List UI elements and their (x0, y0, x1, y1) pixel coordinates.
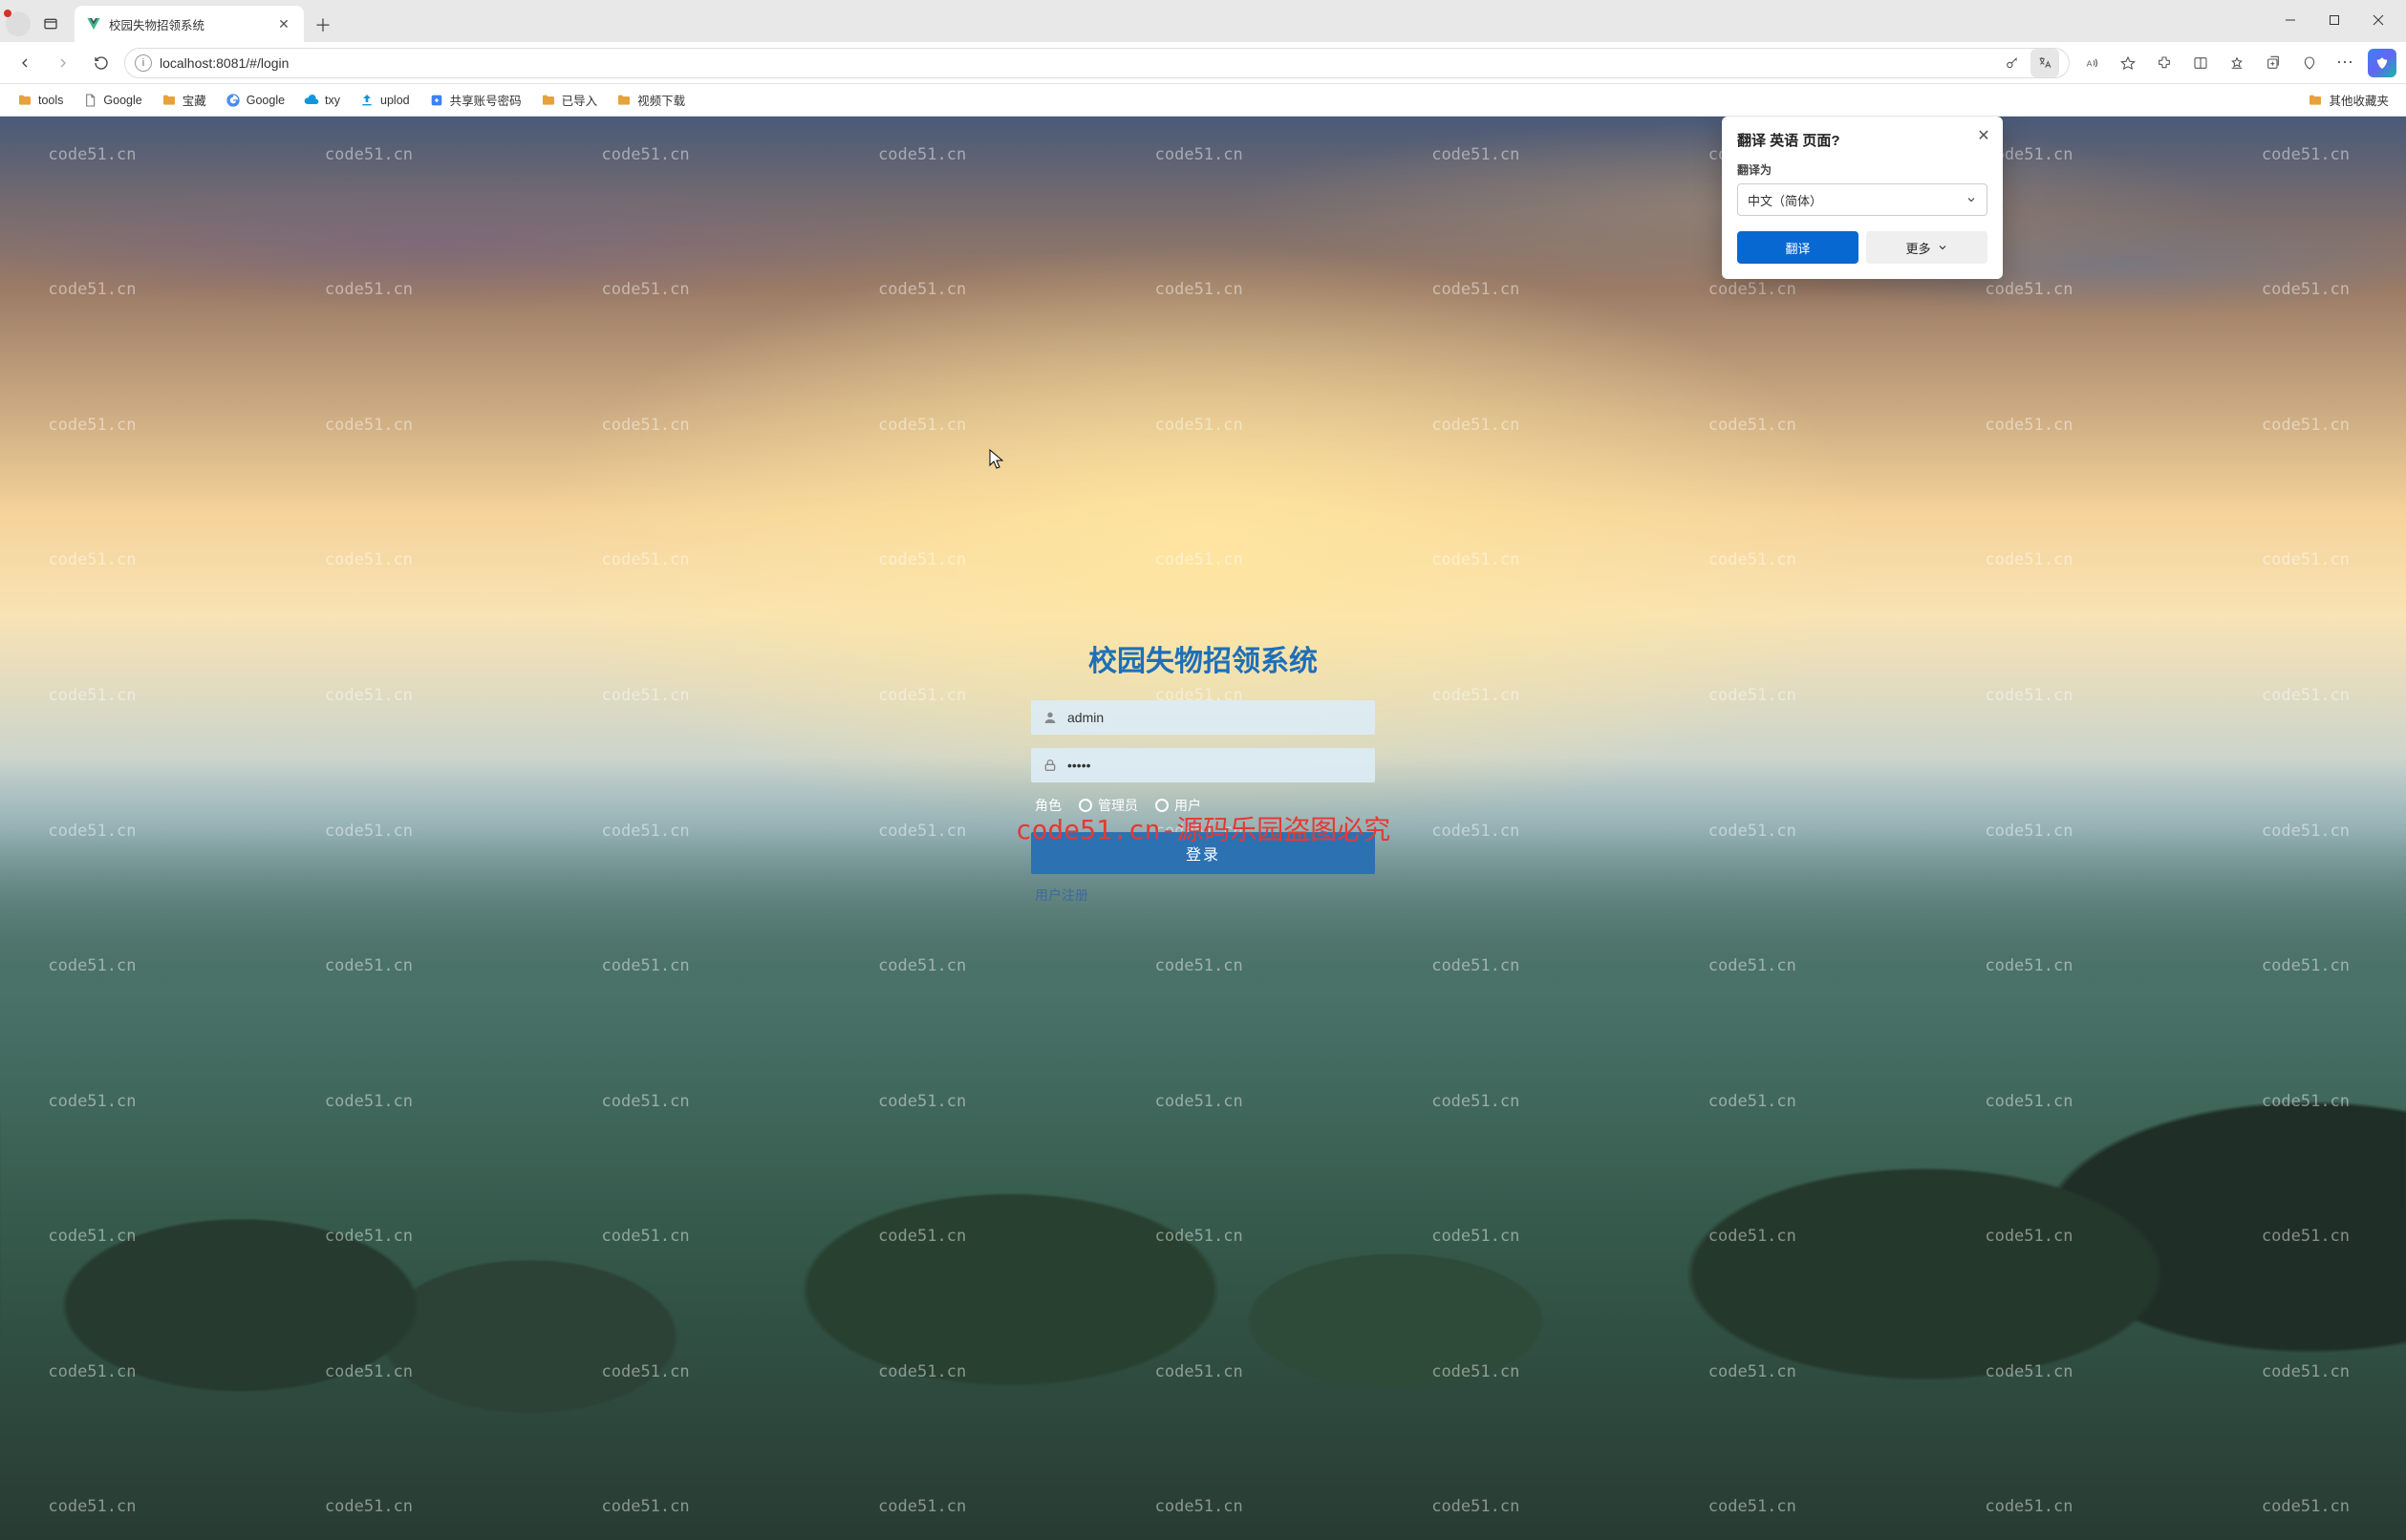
login-title: 校园失物招领系统 (1031, 637, 1375, 679)
bookmark-item[interactable]: Google (75, 89, 149, 112)
chevron-down-icon (1937, 242, 1948, 253)
more-menu-button[interactable]: ⋯ (2331, 49, 2360, 77)
popover-title: 翻译 英语 页面? (1737, 130, 1987, 150)
bookmark-label: uplod (380, 94, 410, 107)
site-info-icon[interactable]: i (135, 54, 152, 72)
browser-tab[interactable]: 校园失物招领系统 ✕ (75, 6, 304, 42)
browser-toolbar: i A (0, 42, 2406, 84)
bookmark-item[interactable]: txy (296, 89, 348, 112)
translate-button[interactable]: 翻译 (1737, 231, 1858, 264)
language-select[interactable]: 中文（简体） (1737, 183, 1987, 216)
folder-icon (616, 93, 632, 108)
page-icon (82, 93, 97, 108)
window-close-button[interactable] (2356, 4, 2400, 36)
password-key-icon[interactable] (1998, 49, 2027, 77)
page-viewport: code51.cncode51.cncode51.cncode51.cncode… (0, 117, 2406, 1540)
folder-icon (541, 93, 556, 108)
url-input[interactable] (160, 55, 1990, 71)
bookmark-label: 已导入 (562, 91, 598, 109)
bookmark-label: 其他收藏夹 (2329, 91, 2389, 109)
bookmark-label: Google (247, 94, 285, 107)
browser-essentials-icon[interactable] (2295, 49, 2324, 77)
bookmark-label: txy (325, 94, 340, 107)
profile-avatar[interactable] (6, 11, 31, 36)
tab-title: 校园失物招领系统 (109, 15, 268, 33)
folder-icon (161, 93, 177, 108)
watermark-center-text: code51.cn-源码乐园盗图必究 (1016, 809, 1391, 847)
more-options-button[interactable]: 更多 (1866, 231, 1987, 264)
bookmark-item[interactable]: Google (218, 89, 292, 112)
folder-icon (17, 93, 32, 108)
password-field-wrapper (1031, 748, 1375, 782)
split-screen-icon[interactable] (2186, 49, 2215, 77)
bookmark-item[interactable]: uplod (352, 89, 418, 112)
favorite-star-icon[interactable] (2114, 49, 2142, 77)
extensions-icon[interactable] (2150, 49, 2179, 77)
bookmark-label: 宝藏 (183, 91, 206, 109)
new-tab-button[interactable]: ＋ (308, 10, 338, 40)
read-aloud-icon[interactable]: A (2077, 49, 2106, 77)
cloud-icon (304, 93, 319, 108)
upload-icon (359, 93, 375, 108)
tab-overview-button[interactable] (36, 10, 65, 38)
window-minimize-button[interactable] (2268, 4, 2312, 36)
back-button[interactable] (10, 48, 40, 78)
bookmark-label: tools (38, 94, 63, 107)
window-maximize-button[interactable] (2312, 4, 2356, 36)
bookmarks-bar: tools Google 宝藏 Google txy uplod 共享账号密码 已导入 视频下载… (0, 84, 2406, 117)
refresh-button[interactable] (86, 48, 117, 78)
more-label: 更多 (1905, 239, 1930, 257)
popover-sub-label: 翻译为 (1737, 161, 1987, 178)
address-bar[interactable]: i (124, 48, 2070, 78)
copilot-button[interactable] (2368, 49, 2396, 77)
bookmark-item[interactable]: 共享账号密码 (421, 87, 529, 113)
vue-favicon (86, 16, 101, 32)
titlebar: 校园失物招领系统 ✕ ＋ (0, 0, 2406, 42)
username-field-wrapper (1031, 700, 1375, 735)
user-icon (1042, 710, 1058, 725)
bookmark-item[interactable]: tools (10, 89, 71, 112)
forward-button[interactable] (48, 48, 78, 78)
login-panel: 校园失物招领系统 角色 管理员 (1031, 637, 1375, 905)
other-bookmarks-folder[interactable]: 其他收藏夹 (2300, 87, 2396, 113)
collections-icon[interactable] (2259, 49, 2288, 77)
language-selected-value: 中文（简体） (1748, 191, 1822, 209)
translate-icon[interactable] (2030, 49, 2059, 77)
tab-close-button[interactable]: ✕ (275, 15, 292, 32)
bookmark-item[interactable]: 宝藏 (154, 87, 214, 113)
bookmark-label: 视频下载 (637, 91, 685, 109)
bookmark-label: Google (103, 94, 141, 107)
bookmark-item[interactable]: 已导入 (533, 87, 606, 113)
google-icon (226, 93, 241, 108)
register-link[interactable]: 用户注册 (1031, 886, 1375, 905)
svg-text:A: A (2087, 58, 2093, 68)
password-input[interactable] (1067, 758, 1364, 773)
bookmark-label: 共享账号密码 (450, 91, 522, 109)
share-icon (429, 93, 444, 108)
popover-close-button[interactable]: ✕ (1972, 124, 1995, 147)
translate-popover: ✕ 翻译 英语 页面? 翻译为 中文（简体） 翻译 更多 (1722, 117, 2003, 279)
lock-icon (1042, 758, 1058, 773)
username-input[interactable] (1067, 710, 1364, 725)
favorites-list-icon[interactable] (2223, 49, 2251, 77)
chevron-down-icon (1966, 194, 1977, 205)
bookmark-item[interactable]: 视频下载 (609, 87, 693, 113)
